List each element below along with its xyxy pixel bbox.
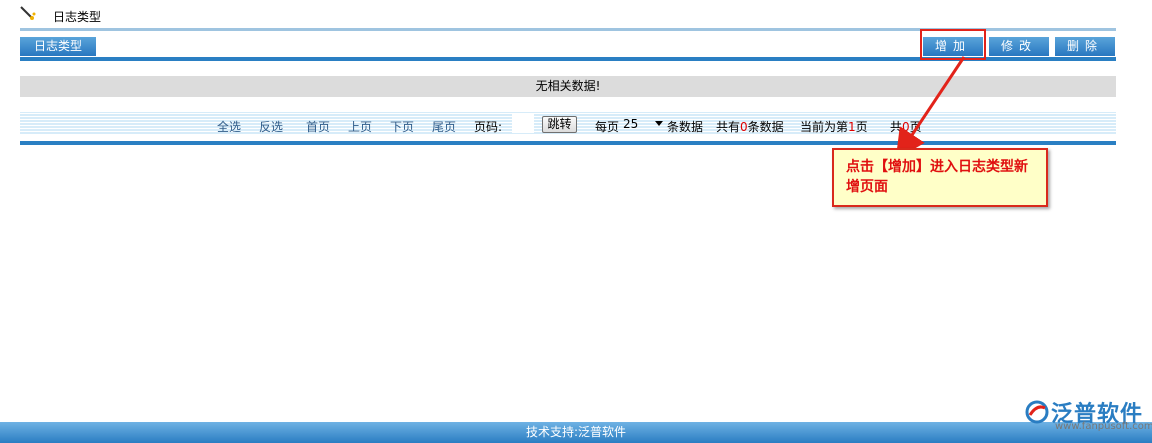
total-suffix: 条数据 — [747, 120, 784, 134]
footer-support-text: 技术支持:泛普软件 — [0, 422, 1152, 443]
next-page-link[interactable]: 下页 — [390, 118, 414, 135]
annotation-arrow-icon — [895, 56, 966, 160]
last-page-link[interactable]: 尾页 — [432, 118, 456, 135]
current-prefix: 当前为第 — [800, 120, 849, 134]
total-prefix: 共有 — [716, 120, 741, 134]
annotation-callout: 点击【增加】进入日志类型新增页面 — [832, 148, 1048, 207]
invert-select-link[interactable]: 反选 — [259, 118, 283, 135]
chevron-down-icon[interactable] — [655, 121, 663, 126]
select-all-link[interactable]: 全选 — [217, 118, 241, 135]
delete-button[interactable]: 删除 — [1055, 37, 1115, 56]
brand-url: www.fanpusoft.com — [1055, 421, 1152, 432]
total-records: 共有0条数据 — [716, 118, 784, 135]
page-number-label: 页码: — [474, 120, 503, 134]
current-suffix: 页 — [855, 120, 868, 134]
edit-button[interactable]: 修改 — [989, 37, 1049, 56]
per-page-value: 25 — [623, 117, 639, 131]
first-page-link[interactable]: 首页 — [306, 118, 330, 135]
per-page-suffix: 条数据 — [667, 120, 704, 134]
prev-page-link[interactable]: 上页 — [348, 118, 372, 135]
tab-log-type[interactable]: 日志类型 — [20, 37, 96, 56]
brand-emblem-icon — [1025, 400, 1049, 424]
per-page-label: 每页 — [595, 120, 620, 134]
pencil-icon — [20, 6, 36, 20]
page-title: 日志类型 — [53, 10, 102, 24]
jump-button[interactable]: 跳转 — [542, 116, 577, 133]
page-number-input[interactable] — [512, 114, 534, 133]
current-page-info: 当前为第1页 — [800, 118, 868, 135]
current-page-number: 1 — [848, 120, 856, 134]
total-count: 0 — [740, 120, 748, 134]
brand-logo: 泛普软件 www.fanpusoft.com — [1025, 396, 1152, 432]
